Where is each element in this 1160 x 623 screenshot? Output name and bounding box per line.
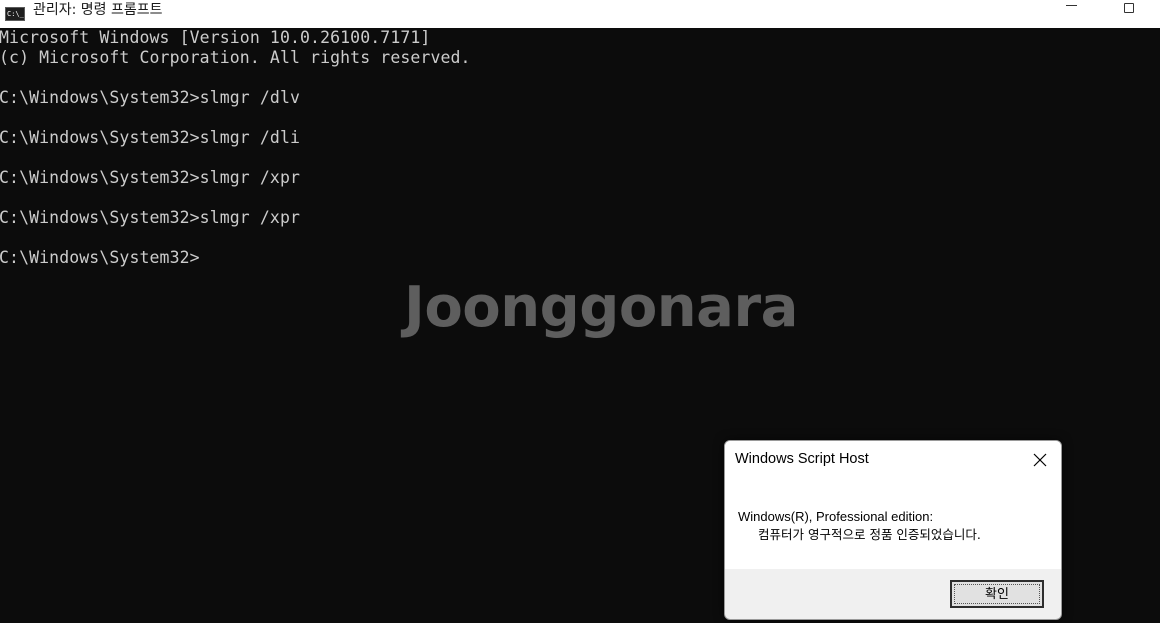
dialog-message-area: Windows(R), Professional edition: 컴퓨터가 영…	[725, 479, 1061, 569]
console-line: C:\Windows\System32>slmgr /xpr	[0, 168, 301, 187]
console-line: Microsoft Windows [Version 10.0.26100.71…	[0, 28, 431, 47]
dialog-title-bar[interactable]: Windows Script Host	[725, 441, 1061, 479]
ok-button[interactable]: 확인	[950, 580, 1044, 608]
dialog-message-line2: 컴퓨터가 영구적으로 정품 인증되었습니다.	[758, 527, 981, 542]
minimize-icon	[1065, 4, 1077, 6]
console-line: C:\Windows\System32>slmgr /dli	[0, 128, 301, 147]
maximize-icon	[1124, 3, 1134, 13]
minimize-button[interactable]	[1042, 0, 1100, 24]
console-line: C:\Windows\System32>slmgr /dlv	[0, 88, 301, 107]
dialog-message-line1: Windows(R), Professional edition:	[738, 509, 934, 524]
cmd-app-icon: C:\_	[5, 7, 25, 21]
console-line: (c) Microsoft Corporation. All rights re…	[0, 48, 471, 67]
dialog-title: Windows Script Host	[735, 451, 869, 467]
dialog-close-button[interactable]	[1025, 447, 1055, 473]
script-host-dialog: Windows Script Host Windows(R), Professi…	[724, 440, 1062, 620]
watermark-logo: Joonggonara	[404, 275, 798, 340]
console-prompt-line: C:\Windows\System32>	[0, 248, 200, 267]
command-prompt-window: C:\_ 관리자: 명령 프롬프트 Microsoft Windows [Ver…	[0, 0, 1160, 623]
console-line: C:\Windows\System32>slmgr /xpr	[0, 208, 301, 227]
window-title: 관리자: 명령 프롬프트	[33, 2, 163, 18]
ok-button-label: 확인	[985, 586, 1009, 602]
maximize-button[interactable]	[1100, 0, 1158, 24]
title-bar[interactable]: C:\_ 관리자: 명령 프롬프트	[0, 0, 1160, 28]
close-icon	[1033, 453, 1047, 467]
